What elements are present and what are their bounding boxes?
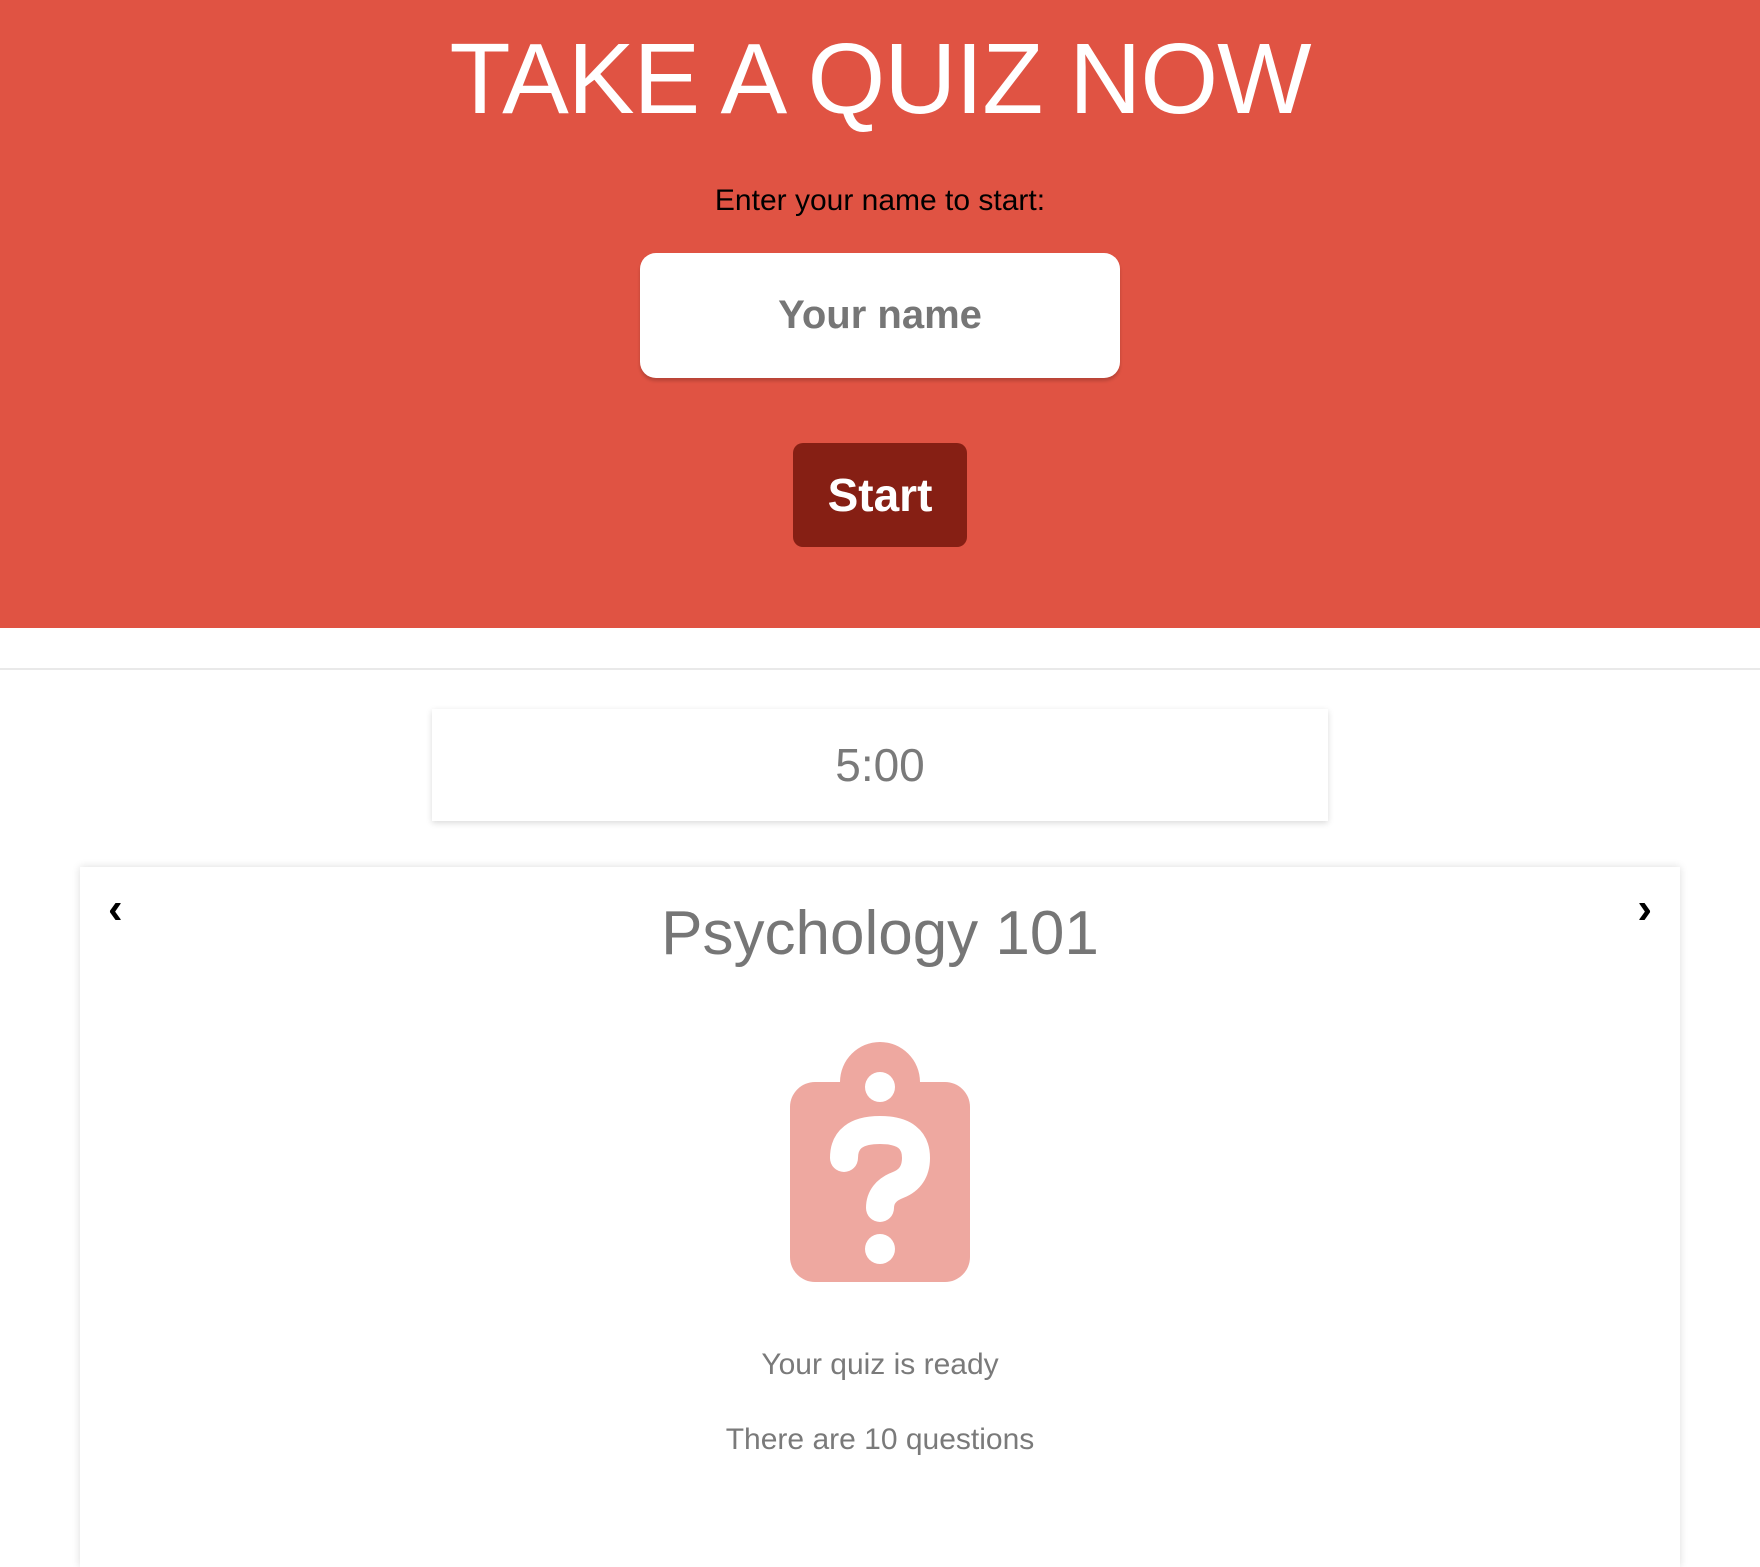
clipboard-question-icon — [790, 1042, 970, 1282]
question-count-text: There are 10 questions — [725, 1423, 1035, 1456]
name-prompt: Enter your name to start: — [714, 184, 1046, 217]
quiz-card: ‹ › Psychology 101 Your quiz is ready Th… — [80, 867, 1680, 1567]
name-input[interactable] — [640, 253, 1120, 378]
start-button[interactable]: Start — [793, 443, 967, 547]
quiz-title: Psychology 101 — [661, 899, 1099, 968]
section-divider — [0, 668, 1760, 670]
hero-banner: TAKE A QUIZ NOW Enter your name to start… — [0, 0, 1760, 628]
quiz-ready-text: Your quiz is ready — [761, 1348, 999, 1381]
timer-display: 5:00 — [432, 709, 1328, 821]
page-title: TAKE A QUIZ NOW — [449, 23, 1311, 135]
